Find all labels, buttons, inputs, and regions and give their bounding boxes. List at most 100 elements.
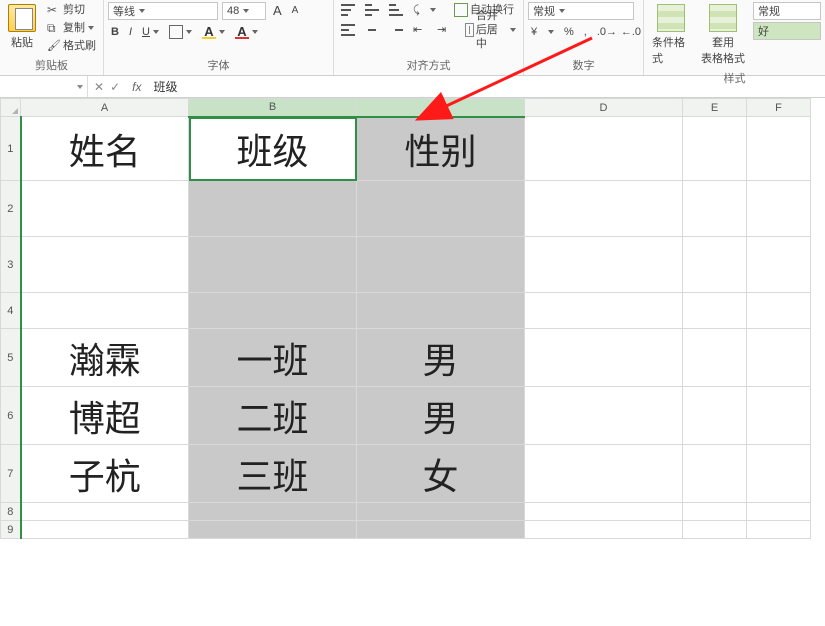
row-header-8[interactable]: 8 [1,503,21,521]
cell-B9[interactable] [189,521,357,539]
merge-center-button[interactable]: 合并后居中 [462,22,519,38]
col-header-E[interactable]: E [683,99,747,117]
cell-D4[interactable] [525,293,683,329]
cell-C8[interactable] [357,503,525,521]
row-header-5[interactable]: 5 [1,329,21,387]
cell-F7[interactable] [747,445,811,503]
cell-A8[interactable] [21,503,189,521]
fill-color-button[interactable]: A [199,24,228,40]
cell-A5[interactable]: 瀚霖 [21,329,189,387]
cell-B4[interactable] [189,293,357,329]
font-family-combo[interactable]: 等线 [108,2,218,20]
cell-D2[interactable] [525,181,683,237]
orientation-button[interactable]: ⤹ [410,2,439,18]
cell-B1[interactable]: 班级 [189,117,357,181]
dec-decimal-button[interactable]: ←.0 [618,24,638,40]
cell-B3[interactable] [189,237,357,293]
row-header-3[interactable]: 3 [1,237,21,293]
row-header-9[interactable]: 9 [1,521,21,539]
cell-D7[interactable] [525,445,683,503]
align-mid-button[interactable] [362,2,382,18]
cell-D1[interactable] [525,117,683,181]
decrease-font-button[interactable]: A [289,3,302,19]
col-header-C[interactable]: C [357,99,525,117]
conditional-formatting-button[interactable]: 条件格式 [648,2,693,68]
cell-C6[interactable]: 男 [357,387,525,445]
cell-C4[interactable] [357,293,525,329]
enter-formula-icon[interactable]: ✓ [110,80,120,94]
cell-A9[interactable] [21,521,189,539]
cell-A7[interactable]: 子杭 [21,445,189,503]
inc-indent-button[interactable]: ⇥ [434,22,454,38]
fx-label[interactable]: fx [126,80,147,94]
font-size-combo[interactable]: 48 [222,2,266,20]
cell-A4[interactable] [21,293,189,329]
cell-D9[interactable] [525,521,683,539]
cell-A3[interactable] [21,237,189,293]
cell-F5[interactable] [747,329,811,387]
number-format-combo[interactable]: 常规 [528,2,634,20]
cell-B7[interactable]: 三班 [189,445,357,503]
align-top-button[interactable] [338,2,358,18]
cell-A6[interactable]: 博超 [21,387,189,445]
cell-E4[interactable] [683,293,747,329]
cell-E7[interactable] [683,445,747,503]
cell-E1[interactable] [683,117,747,181]
cell-A1[interactable]: 姓名 [21,117,189,181]
copy-button[interactable]: 复制 [44,20,99,36]
percent-button[interactable]: % [561,24,577,40]
cell-E9[interactable] [683,521,747,539]
cell-C2[interactable] [357,181,525,237]
cell-E6[interactable] [683,387,747,445]
italic-button[interactable]: I [126,24,135,40]
cell-E3[interactable] [683,237,747,293]
select-all-corner[interactable] [1,99,21,117]
borders-button[interactable] [166,24,195,40]
cell-B5[interactable]: 一班 [189,329,357,387]
row-header-1[interactable]: 1 [1,117,21,181]
cell-C7[interactable]: 女 [357,445,525,503]
cell-style-normal[interactable]: 常规 [753,2,821,20]
underline-button[interactable]: U [139,24,162,40]
col-header-B[interactable]: B [189,99,357,117]
paste-button[interactable]: 粘贴 [4,2,40,52]
cancel-formula-icon[interactable]: ✕ [94,80,104,94]
col-header-D[interactable]: D [525,99,683,117]
align-center-button[interactable] [362,22,382,38]
cell-F8[interactable] [747,503,811,521]
cell-E5[interactable] [683,329,747,387]
align-left-button[interactable] [338,22,358,38]
row-header-7[interactable]: 7 [1,445,21,503]
cell-E2[interactable] [683,181,747,237]
row-header-2[interactable]: 2 [1,181,21,237]
cell-B6[interactable]: 二班 [189,387,357,445]
row-header-4[interactable]: 4 [1,293,21,329]
cell-E8[interactable] [683,503,747,521]
cell-F9[interactable] [747,521,811,539]
cell-C9[interactable] [357,521,525,539]
dec-indent-button[interactable]: ⇤ [410,22,430,38]
align-right-button[interactable] [386,22,406,38]
comma-button[interactable]: , [581,24,590,40]
cell-F6[interactable] [747,387,811,445]
name-box[interactable] [0,76,88,97]
col-header-F[interactable]: F [747,99,811,117]
cell-D5[interactable] [525,329,683,387]
cell-F2[interactable] [747,181,811,237]
cell-B2[interactable] [189,181,357,237]
align-bot-button[interactable] [386,2,406,18]
font-color-button[interactable]: A [232,24,261,40]
cell-D8[interactable] [525,503,683,521]
cell-C5[interactable]: 男 [357,329,525,387]
cell-style-good[interactable]: 好 [753,22,821,40]
row-header-6[interactable]: 6 [1,387,21,445]
col-header-A[interactable]: A [21,99,189,117]
cell-D3[interactable] [525,237,683,293]
cell-D6[interactable] [525,387,683,445]
inc-decimal-button[interactable]: .0→ [594,24,614,40]
cell-C1[interactable]: 性别 [357,117,525,181]
bold-button[interactable]: B [108,24,122,40]
accounting-format-button[interactable]: ¥ [528,24,557,40]
cell-F4[interactable] [747,293,811,329]
cell-F1[interactable] [747,117,811,181]
